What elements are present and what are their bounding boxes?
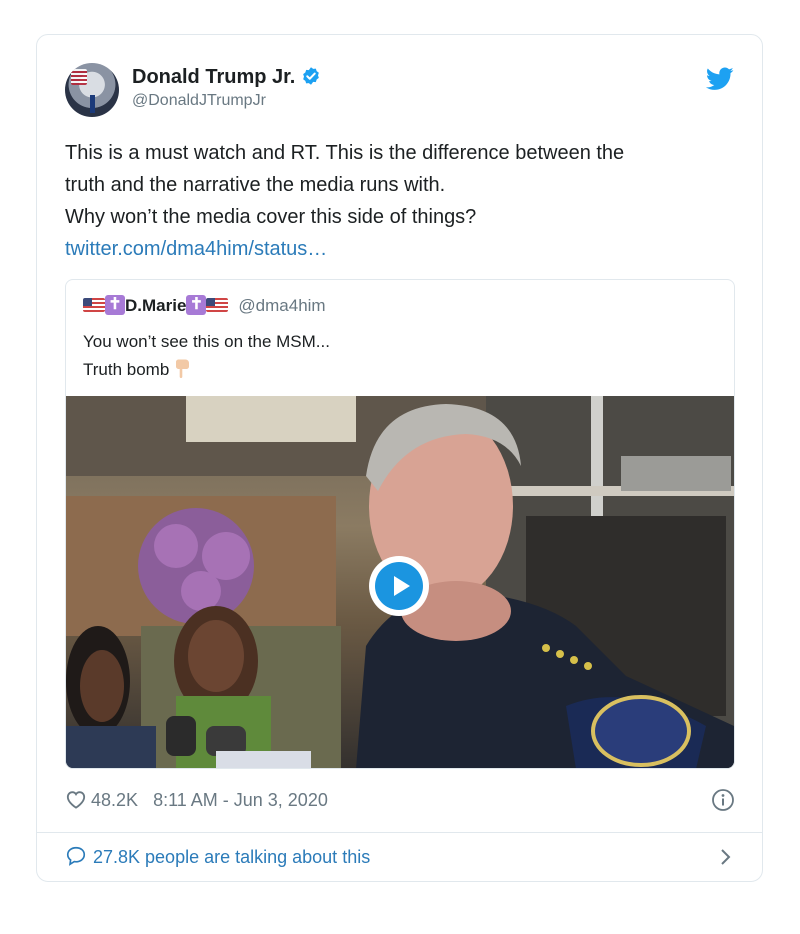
speech-bubble-icon xyxy=(66,847,86,867)
quoted-handle: @dma4him xyxy=(238,296,326,315)
play-icon xyxy=(375,562,423,610)
info-icon[interactable] xyxy=(711,788,735,812)
author-handle[interactable]: @DonaldJTrumpJr xyxy=(132,90,321,112)
author-display-name[interactable]: Donald Trump Jr. xyxy=(132,65,321,89)
play-triangle-icon xyxy=(394,576,410,596)
embedded-tweet-card: Donald Trump Jr. @DonaldJTrumpJr This is… xyxy=(36,34,763,882)
quoted-tweet[interactable]: ✝ D.Marie ✝ @dma4him You won’t see this on … xyxy=(65,279,735,769)
us-flag-emoji-icon xyxy=(83,297,105,312)
author-display-name-text[interactable]: Donald Trump Jr. xyxy=(132,66,295,88)
avatar-tie-detail xyxy=(90,95,95,113)
play-button[interactable] xyxy=(369,556,429,616)
tweet-text-line-2: truth and the narrative the media runs w… xyxy=(65,174,446,196)
conversation-link-text[interactable]: 27.8K people are talking about this xyxy=(93,847,370,867)
author-avatar[interactable] xyxy=(65,63,119,117)
chevron-right-icon[interactable] xyxy=(719,848,733,866)
latin-cross-emoji-icon: ✝ xyxy=(105,294,125,315)
tweet-header: Donald Trump Jr. @DonaldJTrumpJr xyxy=(65,63,734,119)
us-flag-emoji-icon xyxy=(206,297,229,312)
latin-cross-emoji-icon: ✝ xyxy=(186,294,207,315)
quoted-text-line-1: You won’t see this on the MSM... xyxy=(83,332,330,351)
tweet-meta-row: 48.2K 8:11 AM - Jun 3, 2020 xyxy=(65,785,735,815)
divider xyxy=(37,832,762,833)
heart-icon[interactable] xyxy=(65,789,87,809)
like-count[interactable]: 48.2K xyxy=(91,790,138,810)
tweet-body: This is a must watch and RT. This is the… xyxy=(65,137,735,265)
author-name-block[interactable]: Donald Trump Jr. @DonaldJTrumpJr xyxy=(132,65,321,112)
quoted-tweet-header: ✝ D.Marie ✝ @dma4him xyxy=(83,294,326,320)
video-player[interactable] xyxy=(66,396,734,768)
quoted-display-name: D.Marie xyxy=(125,296,187,315)
point-down-emoji-icon xyxy=(176,359,190,378)
twitter-bird-icon[interactable] xyxy=(706,67,734,91)
tweet-text-line-3: Why won’t the media cover this side of t… xyxy=(65,206,477,228)
conversation-link[interactable]: 27.8K people are talking about this xyxy=(65,842,735,872)
quoted-tweet-body: You won’t see this on the MSM... Truth b… xyxy=(83,328,330,384)
avatar-flag-detail xyxy=(71,69,87,85)
tweet-link[interactable]: twitter.com/dma4him/status… xyxy=(65,238,327,260)
tweet-text-line-1: This is a must watch and RT. This is the… xyxy=(65,142,625,164)
quoted-text-line-2: Truth bomb xyxy=(83,360,170,379)
tweet-timestamp[interactable]: 8:11 AM - Jun 3, 2020 xyxy=(153,790,328,810)
verified-badge-icon xyxy=(303,66,320,85)
